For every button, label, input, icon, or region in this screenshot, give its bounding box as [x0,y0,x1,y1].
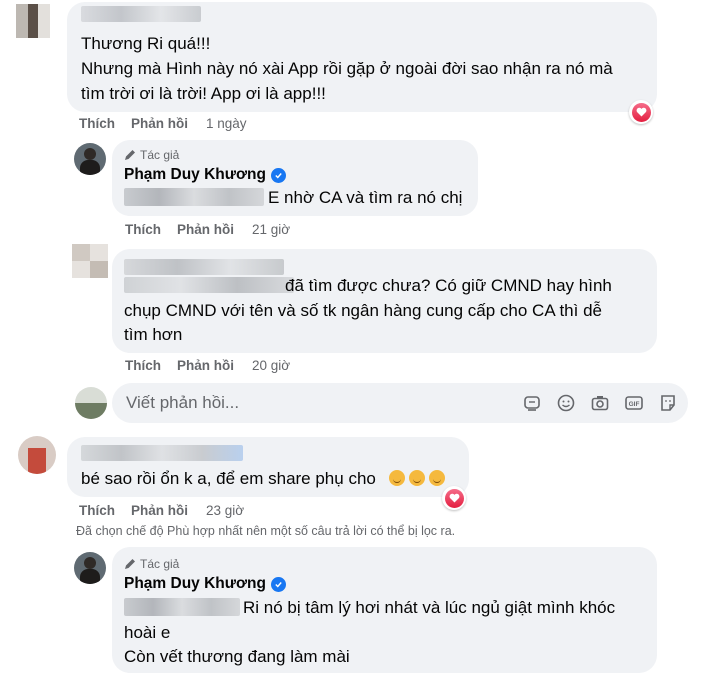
like-button[interactable]: Thích [125,358,161,373]
comment-text: Thương Ri quá!!! [81,34,211,53]
reply-actions: Thích Phản hồi 21 giờ [125,222,290,237]
sticker-icon[interactable] [522,393,542,413]
timestamp[interactable]: 23 giờ [206,503,244,518]
verified-icon [270,576,286,592]
author-tag: Tác giả [124,148,179,162]
avatar[interactable] [16,4,50,38]
reply-text: E nhờ CA và tìm ra nó chị [268,188,463,207]
svg-text:GIF: GIF [629,401,640,408]
reply-button[interactable]: Phản hồi [131,503,188,518]
like-button[interactable]: Thích [79,503,115,518]
reply-bubble: Tác giả Phạm Duy Khương E nhờ CA và tìm … [112,140,478,216]
heart-icon [449,493,459,503]
reply-button[interactable]: Phản hồi [177,222,234,237]
reply-button[interactable]: Phản hồi [177,358,234,373]
filter-notice: Đã chọn chế độ Phù hợp nhất nên một số c… [76,524,456,538]
blurred-name [81,6,201,22]
reply-actions: Thích Phản hồi 20 giờ [125,358,290,373]
reply-placeholder: Viết phản hồi... [126,393,240,412]
verified-icon [270,167,286,183]
emoji-icon [388,470,405,486]
blurred-name [81,445,243,461]
reply-bubble: đã tìm được chưa? Có giữ CMND hay hình c… [112,249,657,353]
reply-bubble: Tác giả Phạm Duy Khương Ri nó bị tâm lý … [112,547,657,673]
sticker-face-icon[interactable] [658,393,678,413]
comment-text: Nhưng mà Hình này nó xài App rồi gặp ở n… [81,59,613,78]
reply-text: Ri nó bị tâm lý hơi nhát và lúc ngủ giật… [243,598,616,617]
pen-icon [125,559,135,569]
timestamp[interactable]: 21 giờ [252,222,290,237]
avatar[interactable] [74,143,106,175]
reaction-badge[interactable] [629,100,653,124]
author-name[interactable]: Phạm Duy Khương [124,166,286,184]
comment-bubble: Thương Ri quá!!! Nhưng mà Hình này nó xà… [67,2,657,112]
avatar[interactable] [74,552,106,584]
comment-text: tìm trời ơi là trời! App ơi là app!!! [81,84,326,103]
reply-text: chụp CMND với tên và số tk ngân hàng cun… [124,301,602,320]
heart-icon [636,107,646,117]
reply-text: đã tìm được chưa? Có giữ CMND hay hình [285,276,612,295]
like-button[interactable]: Thích [79,116,115,131]
comment-actions: Thích Phản hồi 1 ngày [79,116,247,131]
emoji-icon[interactable] [556,393,576,413]
blurred-mention [124,598,240,616]
reply-text: hoài e [124,623,171,642]
blurred-name [124,259,284,275]
comment-actions: Thích Phản hồi 23 giờ [79,503,244,518]
blurred-mention [124,188,264,206]
author-name[interactable]: Phạm Duy Khương [124,575,286,593]
emoji-icon [428,470,445,486]
reaction-badge[interactable] [442,486,466,510]
gif-icon[interactable]: GIF [624,393,644,413]
author-tag: Tác giả [124,557,179,571]
like-button[interactable]: Thích [125,222,161,237]
reply-button[interactable]: Phản hồi [131,116,188,131]
timestamp[interactable]: 1 ngày [206,116,247,131]
timestamp[interactable]: 20 giờ [252,358,290,373]
reply-text: Còn vết thương đang làm mài [124,647,350,666]
blurred-mention [124,277,294,293]
avatar[interactable] [18,436,56,474]
reply-text: tìm hơn [124,325,183,344]
reply-input[interactable]: Viết phản hồi... GIF [112,383,688,423]
emoji-icon [408,470,425,486]
comment-text: bé sao rồi ổn k a, để em share phụ cho [81,467,445,490]
avatar[interactable] [72,244,108,278]
avatar [75,387,107,419]
pen-icon [125,150,135,160]
comment-bubble: bé sao rồi ổn k a, để em share phụ cho [67,437,469,497]
camera-icon[interactable] [590,393,610,413]
